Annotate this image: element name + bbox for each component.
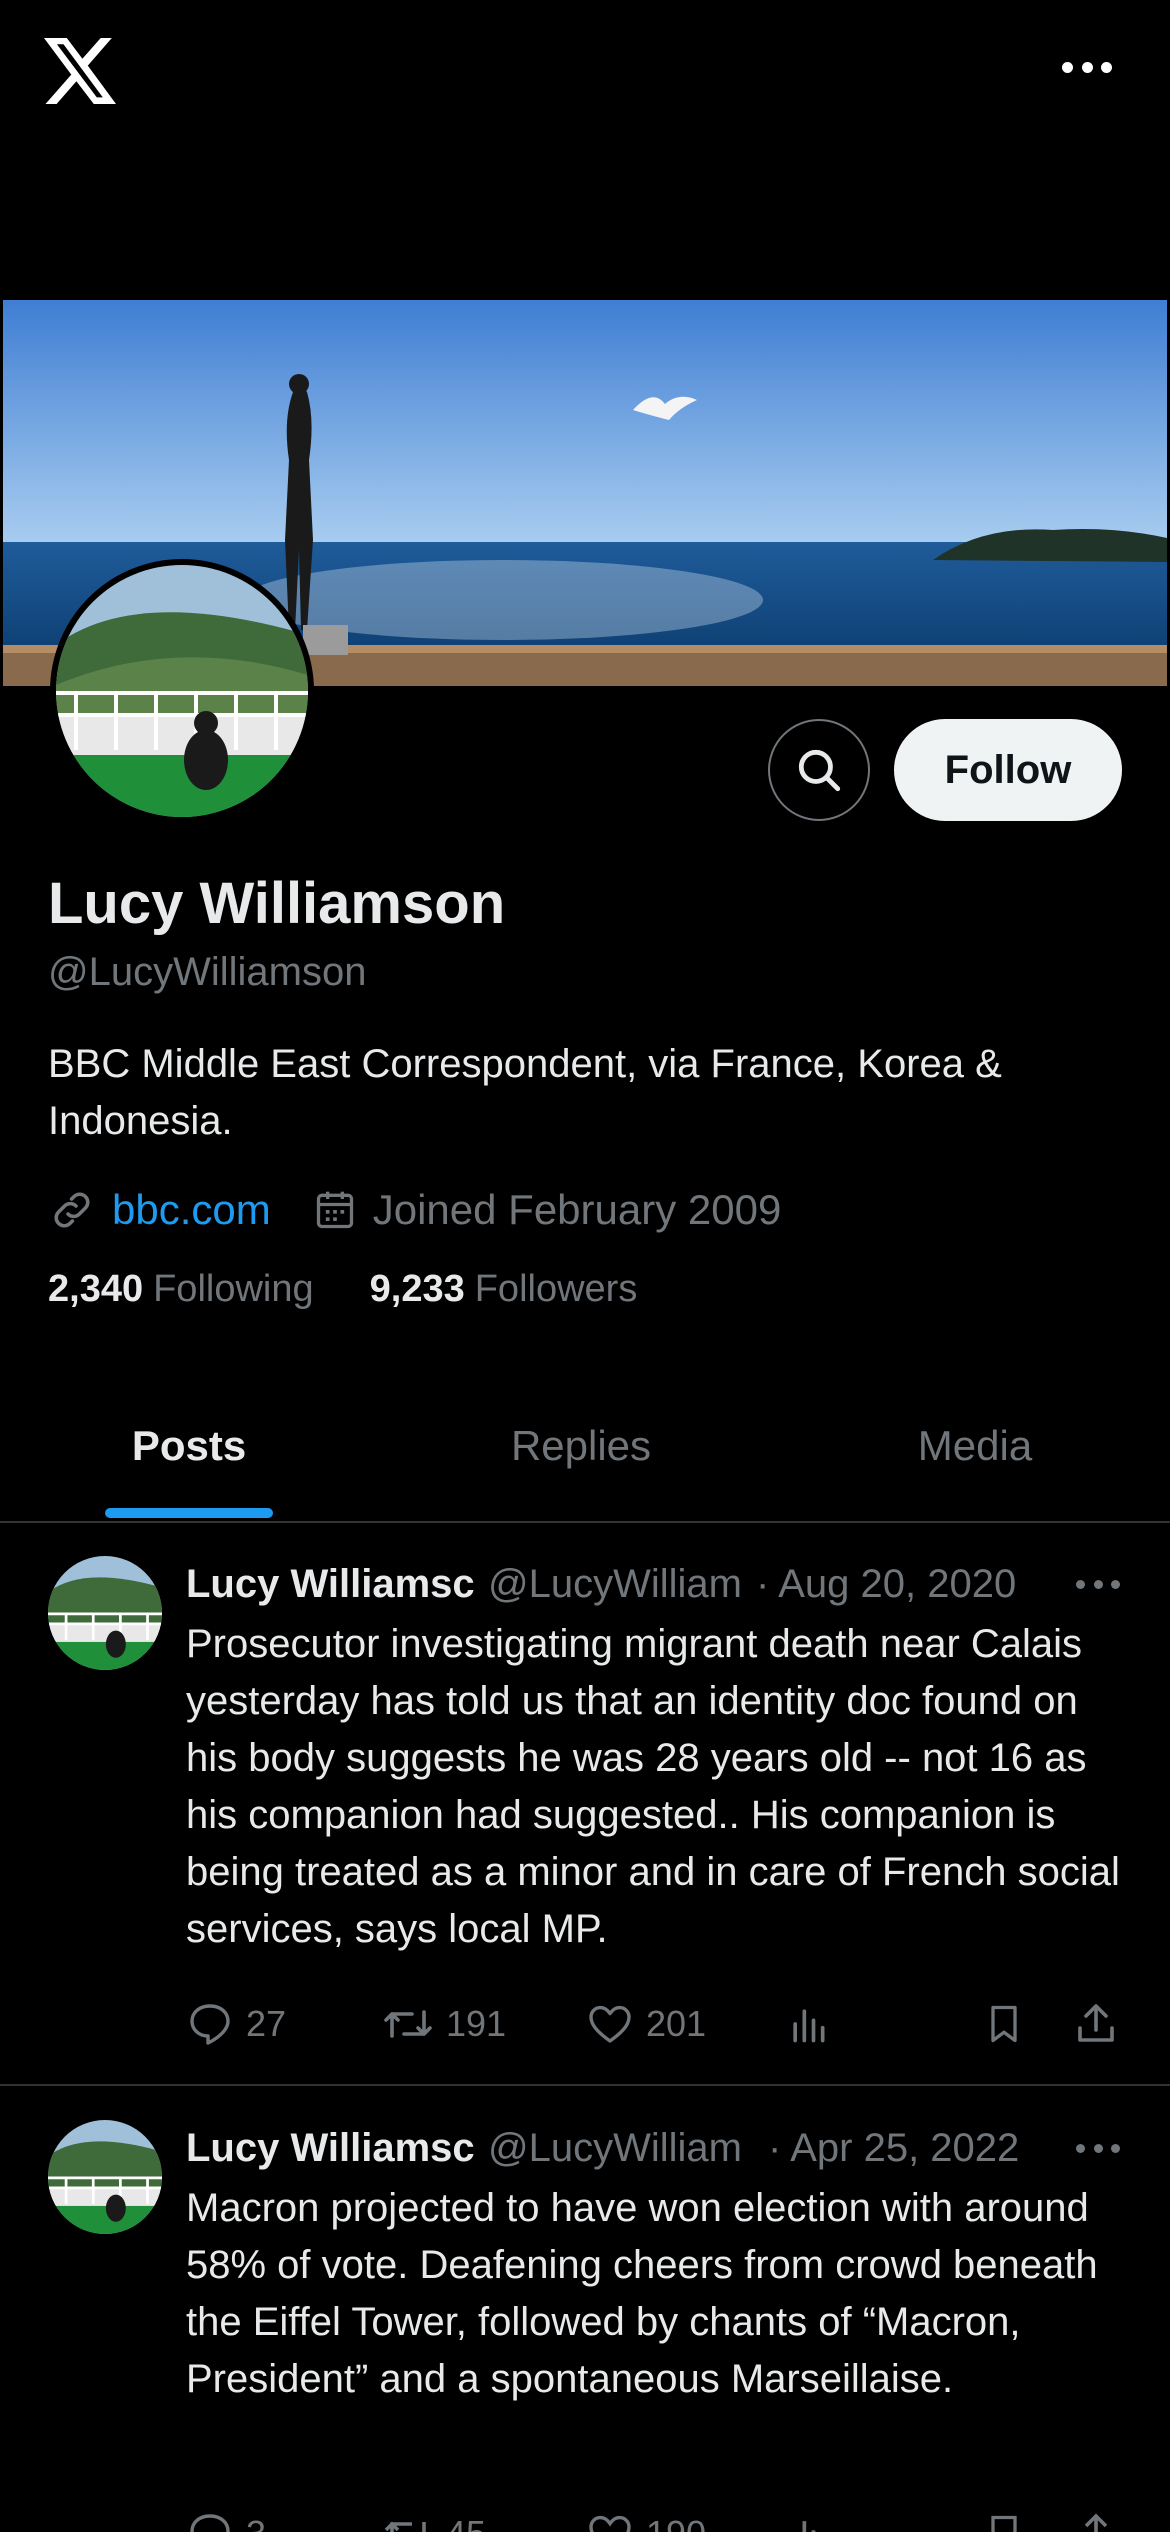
post-author-handle[interactable]: @LucyWilliam <box>488 1562 750 1607</box>
heart-icon <box>589 2005 631 2043</box>
reply-count: 3 <box>246 2513 266 2532</box>
share-button[interactable] <box>1072 1994 1120 2054</box>
tab-posts[interactable]: Posts <box>60 1400 318 1492</box>
profile-name: Lucy Williamson <box>48 871 506 936</box>
post[interactable]: Lucy Williamsc @LucyWilliam · Aug 20, 20… <box>0 1524 1170 2084</box>
post-avatar[interactable] <box>48 2120 162 2234</box>
post-header: Lucy Williamsc @LucyWilliam · Apr 25, 20… <box>186 2120 1126 2176</box>
post-more-icon[interactable] <box>1076 2141 1120 2155</box>
profile-handle: @LucyWilliamson <box>48 950 367 994</box>
post-date[interactable]: · Apr 25, 2022 <box>768 2126 1019 2171</box>
profile-tabs: Posts Replies Media <box>0 1400 1170 1524</box>
post-header: Lucy Williamsc @LucyWilliam · Aug 20, 20… <box>186 1556 1126 1612</box>
search-icon <box>798 749 841 792</box>
reply-icon <box>190 2514 230 2532</box>
views-button[interactable] <box>786 2504 830 2532</box>
repost-icon <box>384 2521 426 2532</box>
followers-label: Followers <box>474 1268 638 1310</box>
following-link[interactable]: 2,340 Following <box>48 1268 314 1311</box>
followers-link[interactable]: 9,233 Followers <box>370 1268 638 1311</box>
calendar-icon <box>316 1191 353 1229</box>
repost-count: 45 <box>446 2513 486 2532</box>
search-profile-button[interactable] <box>768 719 870 821</box>
reply-button[interactable]: 27 <box>186 1994 286 2054</box>
post-author-handle[interactable]: @LucyWilliam <box>488 2126 762 2171</box>
bookmark-button[interactable] <box>982 2504 1026 2532</box>
heart-icon <box>589 2515 631 2532</box>
bookmark-button[interactable] <box>982 1994 1026 2054</box>
views-icon <box>793 2009 825 2043</box>
x-logo-icon[interactable] <box>44 38 116 104</box>
share-icon <box>1084 2513 1108 2532</box>
reply-count: 27 <box>246 2003 287 2044</box>
followers-count: 9,233 <box>369 1268 465 1310</box>
reply-button[interactable]: 3 <box>186 2504 266 2532</box>
active-tab-indicator <box>105 1508 273 1518</box>
post-more-icon[interactable] <box>1076 1577 1120 1591</box>
views-button[interactable] <box>786 1994 830 2054</box>
profile-meta: bbc.com Joined February 2009 <box>48 1180 781 1240</box>
repost-icon <box>384 2010 432 2038</box>
profile-avatar[interactable] <box>50 559 314 823</box>
top-bar <box>0 0 1170 300</box>
like-count: 201 <box>646 2003 707 2044</box>
like-button[interactable]: 190 <box>586 2504 706 2532</box>
following-label: Following <box>153 1268 314 1310</box>
repost-count: 191 <box>446 2003 507 2044</box>
profile-bio: BBC Middle East Correspondent, via Franc… <box>48 1042 1002 1143</box>
following-count: 2,340 <box>48 1268 144 1310</box>
follow-counts: 2,340 Following 9,233 Followers <box>48 1268 637 1311</box>
repost-button[interactable]: 191 <box>382 1994 506 2054</box>
tab-media[interactable]: Media <box>846 1400 1104 1492</box>
like-button[interactable]: 201 <box>586 1994 706 2054</box>
tabs-divider <box>0 1521 1170 1523</box>
joined-date: Joined February 2009 <box>372 1186 782 1233</box>
post-actions: 3 45 190 <box>186 2504 1126 2532</box>
views-icon <box>802 2521 816 2532</box>
bookmark-icon <box>991 2005 1017 2043</box>
profile-link[interactable]: bbc.com <box>112 1186 271 1234</box>
post-author-name[interactable]: Lucy Williamsc <box>186 1562 476 1607</box>
share-icon <box>1078 2004 1114 2042</box>
bookmark-icon <box>991 2515 1017 2532</box>
reply-icon <box>190 2004 230 2045</box>
more-options-icon[interactable] <box>1062 56 1112 78</box>
link-icon <box>54 1192 90 1228</box>
repost-button[interactable]: 45 <box>382 2504 486 2532</box>
post-avatar[interactable] <box>48 1556 162 1670</box>
post[interactable]: Lucy Williamsc @LucyWilliam · Apr 25, 20… <box>0 2086 1170 2532</box>
post-text: Macron projected to have won election wi… <box>186 2186 1098 2401</box>
follow-button[interactable]: Follow <box>894 719 1122 821</box>
tab-replies[interactable]: Replies <box>450 1400 712 1492</box>
post-author-name[interactable]: Lucy Williamsc <box>186 2126 476 2171</box>
like-count: 190 <box>646 2513 706 2532</box>
share-button[interactable] <box>1072 2504 1120 2532</box>
post-date[interactable]: · Aug 20, 2020 <box>756 1562 1016 1607</box>
post-actions: 27 191 201 <box>186 1994 1126 2054</box>
post-text: Prosecutor investigating migrant death n… <box>186 1622 1120 1951</box>
